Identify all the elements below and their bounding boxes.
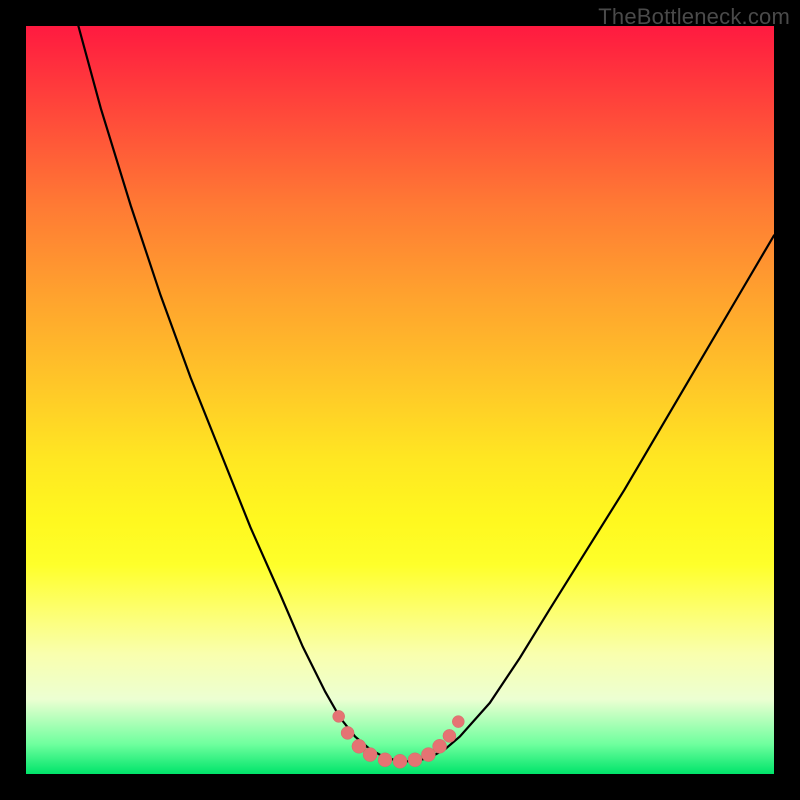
- chart-frame: TheBottleneck.com: [0, 0, 800, 800]
- main-curve-path: [78, 26, 774, 761]
- plot-area: [26, 26, 774, 774]
- highlight-dot: [341, 726, 354, 739]
- highlight-dot: [408, 753, 422, 767]
- highlight-dot: [333, 710, 345, 722]
- highlight-dot: [443, 729, 456, 742]
- bottom-marker-group: [333, 710, 465, 768]
- highlight-dot: [378, 753, 392, 767]
- highlight-dot: [433, 739, 447, 753]
- chart-svg: [26, 26, 774, 774]
- watermark-text: TheBottleneck.com: [598, 4, 790, 30]
- highlight-dot: [363, 748, 377, 762]
- highlight-dot: [393, 754, 407, 768]
- highlight-dot: [452, 716, 464, 728]
